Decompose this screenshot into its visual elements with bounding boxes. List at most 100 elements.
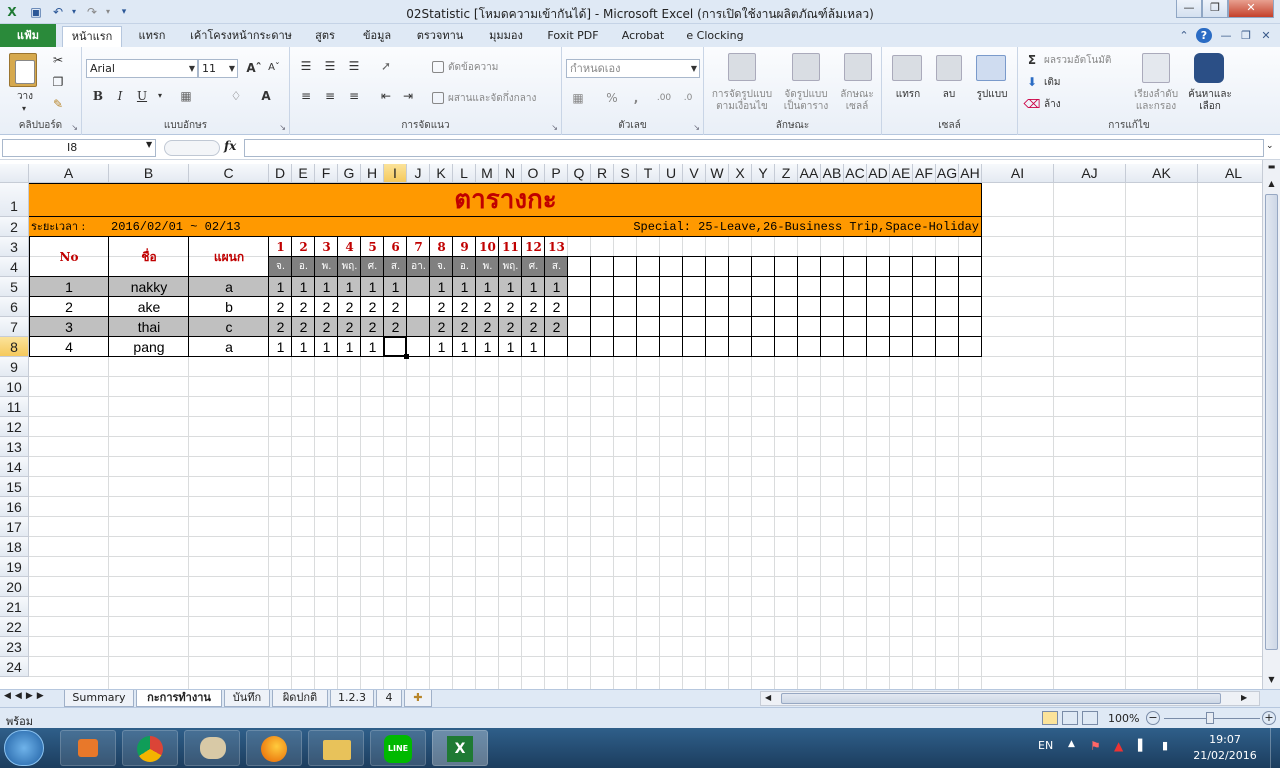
orientation-icon[interactable]: ➚ [376, 57, 396, 75]
day-number[interactable]: 8 [430, 237, 453, 257]
zoom-level[interactable]: 100% [1108, 712, 1139, 725]
row-header[interactable]: 7 [0, 317, 29, 337]
vertical-scroll-thumb[interactable] [1265, 194, 1278, 650]
column-header[interactable]: O [522, 164, 545, 183]
employee-no[interactable]: 1 [29, 277, 109, 297]
font-launcher-icon[interactable]: ↘ [279, 123, 286, 132]
format-table-button[interactable]: จัดรูปแบบเป็นตาราง [780, 89, 832, 113]
row-header[interactable]: 23 [0, 637, 29, 657]
weekday-label[interactable]: อ. [453, 257, 476, 277]
column-header[interactable]: AD [867, 164, 890, 183]
scroll-up-icon[interactable]: ▲ [1263, 176, 1280, 192]
column-header[interactable]: K [430, 164, 453, 183]
column-header[interactable]: AI [982, 164, 1054, 183]
expand-formula-bar-icon[interactable]: ⌄ [1266, 141, 1274, 151]
day-number[interactable]: 7 [407, 237, 430, 257]
shift-cell[interactable]: 2 [269, 297, 292, 317]
period-label[interactable]: ระยะเวลา : [29, 217, 109, 237]
shift-cell[interactable]: 2 [430, 317, 453, 337]
scroll-down-icon[interactable]: ▼ [1263, 672, 1280, 688]
fill-handle[interactable] [404, 354, 409, 359]
shift-cell[interactable]: 2 [453, 297, 476, 317]
day-number[interactable]: 4 [338, 237, 361, 257]
vertical-scrollbar[interactable]: ▬ ▲ ▼ [1262, 160, 1280, 689]
column-header[interactable]: R [591, 164, 614, 183]
shift-cell[interactable]: 2 [384, 297, 407, 317]
format-button[interactable]: รูปแบบ [972, 89, 1012, 101]
name-box-dropdown-icon[interactable]: ▼ [146, 140, 152, 149]
show-desktop-button[interactable] [1270, 728, 1280, 768]
row-header[interactable]: 16 [0, 497, 29, 517]
workbook-restore-icon[interactable]: ❐ [1238, 28, 1254, 43]
horizontal-scrollbar[interactable]: ◀ ▶ [760, 691, 1260, 706]
paint-icon[interactable] [184, 730, 240, 766]
shift-cell[interactable]: 1 [384, 277, 407, 297]
period-value[interactable]: 2016/02/01 ~ 02/13 [109, 217, 315, 237]
employee-dept[interactable]: a [189, 337, 269, 357]
shift-cell[interactable]: 1 [269, 277, 292, 297]
scroll-left-icon[interactable]: ◀ [765, 693, 771, 702]
header-name[interactable]: ชื่อ [109, 237, 189, 277]
align-right-icon[interactable]: ≡ [344, 87, 364, 105]
row-header[interactable]: 22 [0, 617, 29, 637]
special-note[interactable]: Special: 25-Leave,26-Business Trip,Space… [545, 217, 982, 237]
shift-cell[interactable]: 1 [292, 337, 315, 357]
weekday-label[interactable]: ส. [545, 257, 568, 277]
row-header[interactable]: 18 [0, 537, 29, 557]
shift-cell[interactable]: 1 [545, 277, 568, 297]
tab-view[interactable]: มุมมอง [478, 28, 534, 47]
row-header[interactable]: 19 [0, 557, 29, 577]
shift-cell[interactable]: 2 [522, 297, 545, 317]
shift-cell[interactable]: 2 [361, 297, 384, 317]
tab-insert[interactable]: แทรก [128, 28, 176, 47]
shift-cell[interactable]: 1 [453, 277, 476, 297]
excel-taskbar-icon[interactable]: X [432, 730, 488, 766]
employee-dept[interactable]: b [189, 297, 269, 317]
paste-dropdown-icon[interactable]: ▾ [16, 103, 32, 115]
shift-cell[interactable]: 2 [315, 297, 338, 317]
percent-button[interactable]: % [602, 89, 622, 107]
firefox-icon[interactable] [246, 730, 302, 766]
column-header[interactable]: AJ [1054, 164, 1126, 183]
shift-cell[interactable]: 1 [430, 337, 453, 357]
column-header[interactable]: AH [959, 164, 982, 183]
minimize-button[interactable]: — [1176, 0, 1202, 18]
shift-cell[interactable]: 2 [545, 297, 568, 317]
shift-cell[interactable]: 1 [361, 337, 384, 357]
row-header[interactable]: 5 [0, 277, 29, 297]
column-header[interactable]: AE [890, 164, 913, 183]
weekday-label[interactable]: จ. [430, 257, 453, 277]
employee-no[interactable]: 2 [29, 297, 109, 317]
tab-e-clocking[interactable]: e Clocking [680, 28, 750, 47]
line-app-icon[interactable]: LINE [370, 730, 426, 766]
minimize-ribbon-icon[interactable]: ⌃ [1176, 28, 1192, 43]
insert-function-button[interactable]: fx [224, 139, 236, 153]
find-select-button[interactable]: ค้นหาและเลือก [1182, 89, 1238, 113]
help-icon[interactable]: ? [1196, 28, 1212, 43]
insert-button[interactable]: แทรก [888, 89, 928, 101]
shift-cell[interactable]: 2 [384, 317, 407, 337]
tab-review[interactable]: ตรวจทาน [408, 28, 472, 47]
column-header[interactable]: F [315, 164, 338, 183]
font-color-icon[interactable]: A [256, 87, 276, 105]
shift-cell[interactable]: 1 [292, 277, 315, 297]
copy-icon[interactable]: ❐ [48, 73, 68, 91]
shift-cell[interactable]: 1 [269, 337, 292, 357]
delete-button[interactable]: ลบ [932, 89, 966, 101]
weekday-label[interactable]: อา. [407, 257, 430, 277]
day-number[interactable]: 10 [476, 237, 499, 257]
restore-button[interactable]: ❐ [1202, 0, 1228, 18]
sheet-title[interactable]: ตารางกะ [29, 183, 982, 217]
zoom-out-icon[interactable]: − [1146, 711, 1160, 725]
fill-color-icon[interactable]: ♢ [226, 87, 246, 105]
column-header[interactable]: D [269, 164, 292, 183]
weekday-label[interactable]: พฤ. [338, 257, 361, 277]
tab-acrobat[interactable]: Acrobat [612, 28, 674, 47]
column-header[interactable]: AB [821, 164, 844, 183]
grow-font-icon[interactable]: Aˆ [244, 59, 264, 77]
row-header[interactable]: 10 [0, 377, 29, 397]
employee-name[interactable]: thai [109, 317, 189, 337]
antivirus-icon[interactable]: ▲ [1114, 739, 1123, 753]
tab-page-layout[interactable]: เค้าโครงหน้ากระดาษ [182, 28, 300, 47]
column-header[interactable]: AA [798, 164, 821, 183]
